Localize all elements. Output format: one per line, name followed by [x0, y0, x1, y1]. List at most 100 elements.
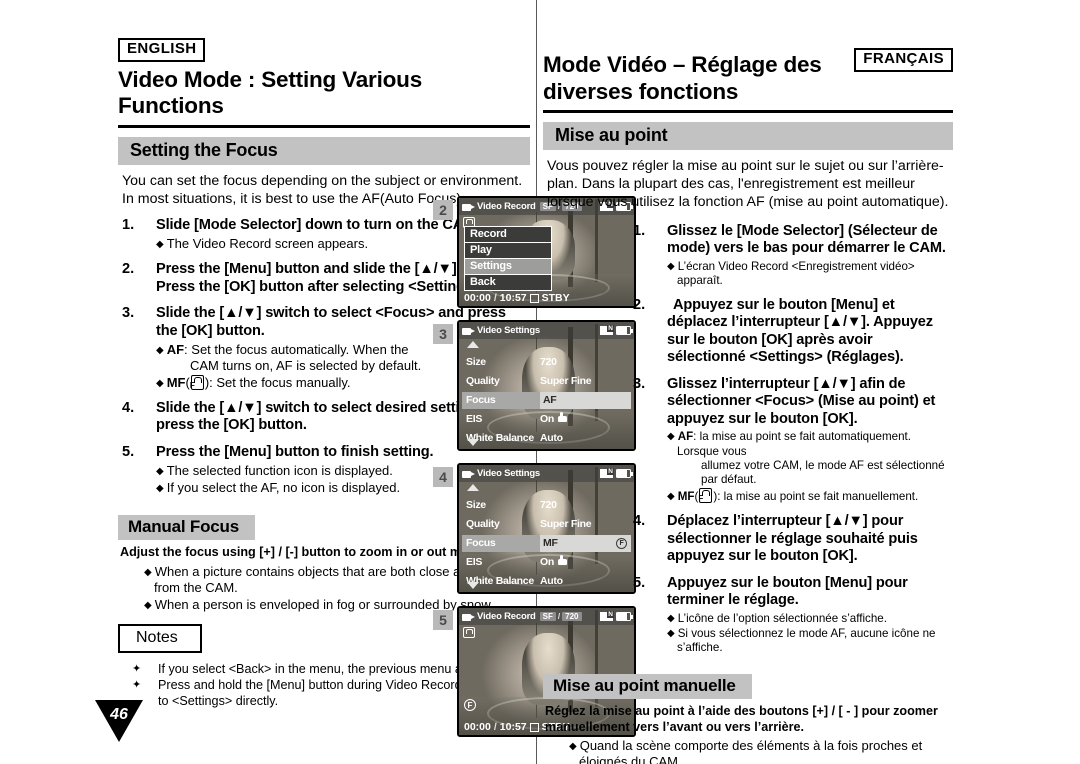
record-mode-icon: [463, 627, 475, 638]
lcd-mode-title: Video Settings: [477, 325, 541, 336]
diamond-bullet-icon: ◆: [667, 612, 675, 624]
timecode: 00:00: [464, 292, 491, 304]
scroll-up-arrow-icon[interactable]: [467, 484, 479, 491]
lcd-unit-step2: 2 Video Record SF / 720 N Record Play Se…: [433, 196, 636, 314]
lcd-step-badge: 3: [433, 324, 453, 344]
step-item: 3. Glissez l’interrupteur [▲/▼] afin de …: [633, 376, 953, 504]
step-bullet-af: ◆ AF: la mise au point se fait automatiqu…: [667, 430, 953, 487]
camcorder-icon: [462, 469, 475, 479]
title-rule-french: [543, 110, 953, 114]
camcorder-icon: [462, 612, 475, 622]
diamond-bullet-icon: ◆: [667, 431, 675, 443]
lcd-screenshot-column: 2 Video Record SF / 720 N Record Play Se…: [433, 196, 636, 749]
lcd-unit-step5: 5 Video Record SF / 720 F: [433, 606, 636, 743]
scroll-up-arrow-icon[interactable]: [467, 341, 479, 348]
diamond-bullet-icon: ◆: [667, 627, 675, 639]
setting-label: Quality: [466, 375, 500, 387]
title-rule-english: [118, 124, 530, 128]
lcd-mode-title: Video Record: [477, 611, 536, 622]
timecode-separator: /: [493, 292, 497, 304]
step-text: Appuyez sur le bouton [Menu] et déplacez…: [667, 296, 933, 366]
diamond-bullet-icon: ◆: [569, 741, 577, 753]
diamond-bullet-icon: ◆: [144, 599, 152, 611]
subsection-heading-french: Mise au point manuelle: [543, 674, 752, 700]
lcd-menu-overlay[interactable]: Record Play Settings Back: [464, 226, 552, 291]
af-text-continued: allumez votre CAM, le mode AF est sélect…: [701, 458, 945, 486]
timecode: 00:00: [464, 721, 491, 733]
lcd-step-badge: 5: [433, 610, 453, 630]
sub-bullet: ◆ Quand la scène comporte des éléments à …: [569, 738, 923, 764]
setting-label: Size: [466, 499, 486, 511]
manual-focus-indicator-icon: F: [464, 699, 476, 711]
step-number: 1.: [633, 222, 646, 239]
diamond-bullet-icon: ◆: [156, 466, 164, 478]
timecode-separator: /: [493, 721, 497, 733]
french-column: FRANÇAIS Mode Vidéo – Réglage des divers…: [543, 38, 953, 764]
language-badge-english: ENGLISH: [118, 38, 206, 62]
chapter-title-french: Mode Vidéo – Réglage des diverses foncti…: [543, 52, 843, 105]
step-text: Appuyez sur le bouton [Menu] pour termin…: [667, 574, 908, 609]
menu-item-back[interactable]: Back: [465, 275, 551, 290]
diamond-bullet-icon: ◆: [667, 260, 675, 272]
step-number: 5.: [633, 574, 646, 591]
scroll-down-arrow-icon[interactable]: [467, 582, 479, 589]
af-label: AF: [166, 342, 185, 358]
setting-label: Quality: [466, 518, 500, 530]
lcd-step-badge: 2: [433, 200, 453, 220]
step-bullet: ◆ Si vous sélectionnez le mode AF, aucune…: [667, 626, 936, 654]
setting-label: EIS: [466, 413, 483, 425]
subsection-bullets-french: ◆ Quand la scène comporte des éléments à …: [543, 738, 953, 764]
steps-list-french: 1. Glissez le [Mode Selector] (Sélecteur…: [543, 223, 953, 655]
mf-label: MF: [166, 375, 186, 391]
step-number: 2.: [122, 261, 135, 278]
step-bullet: ◆ L’icône de l’option sélectionnée s’affi…: [667, 611, 887, 625]
remaining-time: 10:57: [499, 721, 527, 733]
af-label: AF: [677, 430, 694, 444]
step-text: Glissez l’interrupteur [▲/▼] afin de sél…: [667, 375, 936, 427]
chapter-title-line1: Mode Vidéo – Réglage des: [543, 52, 822, 77]
step-number: 3.: [122, 305, 135, 322]
page-number-text: 46: [110, 706, 128, 723]
page-number-badge: 46: [95, 700, 143, 742]
af-text: : la mise au point se fait automatiqueme…: [677, 430, 911, 458]
step-item: 4. Déplacez l’interrupteur [▲/▼] pour sé…: [633, 513, 953, 566]
step-number: 2.: [633, 296, 646, 313]
menu-item-play[interactable]: Play: [465, 243, 551, 259]
lcd-mode-title: Video Settings: [477, 468, 541, 479]
diamond-bullet-icon: ◆: [144, 566, 152, 578]
step-number: 3.: [633, 375, 646, 392]
step-item: 5. Appuyez sur le bouton [Menu] pour ter…: [633, 575, 953, 655]
standby-box-icon: [529, 722, 539, 732]
camcorder-icon: [462, 202, 475, 212]
diamond-bullet-icon: ◆: [156, 345, 164, 357]
af-text: : Set the focus automatically. When the: [184, 342, 409, 358]
manual-focus-icon: [190, 375, 204, 391]
diamond-bullet-icon: ◆: [156, 483, 164, 495]
lcd-unit-step4: 4 Video Settings Size 720: [433, 463, 636, 600]
camcorder-icon: [462, 326, 475, 336]
menu-item-record[interactable]: Record: [465, 227, 551, 243]
chapter-title-english: Video Mode : Setting Various Functions: [118, 66, 423, 119]
manual-focus-icon: [699, 487, 713, 503]
chapter-title-line2: diverses fonctions: [543, 78, 739, 104]
step-number: 1.: [122, 216, 135, 233]
notes-label-box-english: Notes: [118, 624, 205, 656]
lcd-step-badge: 4: [433, 467, 453, 487]
step-number: 4.: [633, 513, 646, 530]
menu-item-settings[interactable]: Settings: [465, 259, 551, 275]
step-number: 5.: [122, 443, 135, 460]
remaining-time: 10:57: [499, 292, 527, 304]
diamond-bullet-icon: ◆: [156, 239, 164, 251]
section-heading-english: Setting the Focus: [118, 136, 530, 165]
mf-text: ): Set the focus manually.: [204, 375, 351, 391]
subsection-lead-french: Réglez la mise au point à l’aide des bou…: [545, 704, 938, 734]
setting-label: Focus: [462, 392, 540, 409]
language-badge-french: FRANÇAIS: [854, 48, 953, 72]
setting-label: Size: [466, 356, 486, 368]
diamond-bullet-icon: ◆: [667, 490, 675, 502]
step-item: 2. Appuyez sur le bouton [Menu] et dépla…: [633, 297, 953, 367]
scroll-down-arrow-icon[interactable]: [467, 439, 479, 446]
step-text: Glissez le [Mode Selector] (Sélecteur de…: [667, 222, 946, 257]
step-bullet: ◆ L’écran Video Record <Enregistrement vi…: [667, 259, 915, 287]
step-text: Déplacez l’interrupteur [▲/▼] pour sélec…: [667, 513, 918, 565]
